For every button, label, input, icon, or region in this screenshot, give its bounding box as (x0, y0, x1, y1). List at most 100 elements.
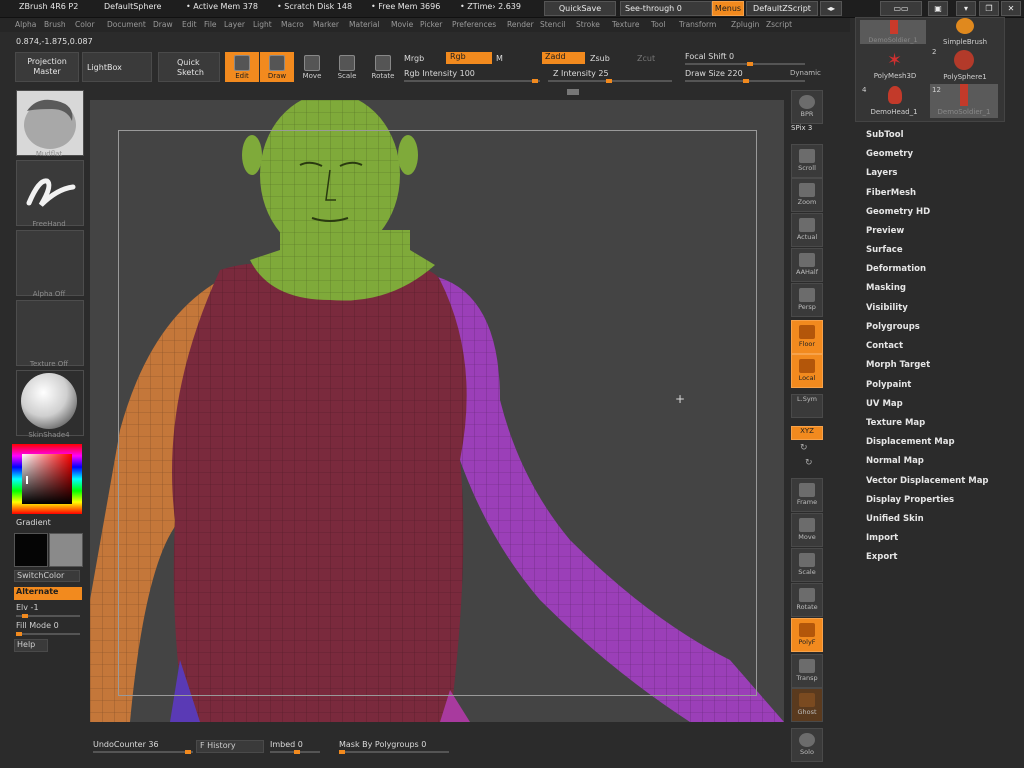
mask-by-polygroups-track[interactable] (339, 750, 449, 754)
draw-size-slider[interactable]: Draw Size 220 (685, 69, 743, 78)
xyz-button[interactable]: XYZ (791, 426, 823, 440)
menu-picker[interactable]: Picker (420, 20, 442, 29)
switch-color-button[interactable]: SwitchColor (14, 570, 80, 582)
main-color-swatch[interactable] (14, 533, 48, 567)
tool-menu-export[interactable]: Export (866, 552, 897, 562)
tool-menu-polypaint[interactable]: Polypaint (866, 380, 911, 390)
imbed-slider[interactable]: Imbed 0 (270, 740, 303, 749)
zsub-toggle[interactable]: Zsub (590, 54, 610, 63)
brush-thumbnail[interactable] (16, 90, 84, 156)
z-intensity-slider[interactable]: Z Intensity 25 (553, 69, 609, 78)
draw-mode-button[interactable]: Draw (260, 52, 294, 82)
document-canvas[interactable]: + (90, 100, 784, 722)
m-toggle[interactable]: M (496, 54, 503, 63)
color-picker[interactable] (12, 444, 82, 514)
tool-menu-displacement-map[interactable]: Displacement Map (866, 437, 955, 447)
tool-menu-contact[interactable]: Contact (866, 341, 903, 351)
menu-material[interactable]: Material (349, 20, 379, 29)
zoom-button[interactable]: Zoom (791, 178, 823, 212)
close-icon[interactable]: ✕ (1001, 1, 1021, 16)
z-intensity-track[interactable] (548, 79, 672, 83)
tool-menu-masking[interactable]: Masking (866, 283, 906, 293)
tool-thumb-polysphere[interactable]: 2 PolySphere1 (930, 48, 1000, 84)
tool-thumb-demosoldier[interactable]: DemoSoldier_1 (860, 20, 926, 44)
ghost-button[interactable]: Ghost (791, 688, 823, 722)
tool-thumb-simplebrush[interactable]: SimpleBrush (934, 18, 996, 48)
menu-edit[interactable]: Edit (182, 20, 197, 29)
floor-button[interactable]: Floor (791, 320, 823, 354)
menu-draw[interactable]: Draw (153, 20, 173, 29)
tool-menu-deformation[interactable]: Deformation (866, 264, 926, 274)
draw-size-track[interactable] (685, 79, 805, 83)
menu-color[interactable]: Color (75, 20, 95, 29)
move-view-button[interactable]: Move (791, 513, 823, 547)
quicksave-button[interactable]: QuickSave (544, 1, 616, 16)
menu-stencil[interactable]: Stencil (540, 20, 565, 29)
gradient-label[interactable]: Gradient (16, 518, 51, 527)
actual-button[interactable]: Actual (791, 213, 823, 247)
tool-menu-import[interactable]: Import (866, 533, 898, 543)
menu-brush[interactable]: Brush (44, 20, 66, 29)
menu-file[interactable]: File (204, 20, 217, 29)
menu-texture[interactable]: Texture (612, 20, 639, 29)
menu-transform[interactable]: Transform (679, 20, 716, 29)
tool-thumb-polymesh3d[interactable]: ✶ PolyMesh3D (862, 50, 928, 84)
default-zscript-button[interactable]: DefaultZScript (746, 1, 818, 16)
secondary-color-swatch[interactable] (49, 533, 83, 567)
tool-thumb-demohead[interactable]: 4 DemoHead_1 (860, 84, 928, 118)
help-button[interactable]: Help (14, 639, 48, 652)
local-button[interactable]: Local (791, 354, 823, 388)
menu-layer[interactable]: Layer (224, 20, 245, 29)
menu-macro[interactable]: Macro (281, 20, 304, 29)
menu-movie[interactable]: Movie (391, 20, 413, 29)
lsym-button[interactable]: L.Sym (791, 394, 823, 418)
scroll-button[interactable]: Scroll (791, 144, 823, 178)
restore-icon[interactable]: ❐ (979, 1, 999, 16)
frame-button[interactable]: Frame (791, 478, 823, 512)
bpr-button[interactable]: BPR (791, 90, 823, 124)
tool-menu-visibility[interactable]: Visibility (866, 303, 908, 313)
canvas-scroll-handle[interactable] (567, 89, 579, 95)
transp-button[interactable]: Transp (791, 654, 823, 688)
elv-track[interactable] (16, 614, 80, 618)
undo-counter-track[interactable] (93, 750, 193, 754)
lock-icon[interactable]: ▣ (928, 1, 948, 16)
elv-slider[interactable]: Elv -1 (16, 603, 39, 612)
undo-counter-slider[interactable]: UndoCounter 36 (93, 740, 159, 749)
menu-tool[interactable]: Tool (651, 20, 666, 29)
tool-menu-display-properties[interactable]: Display Properties (866, 495, 954, 505)
imbed-track[interactable] (270, 750, 320, 754)
stroke-thumbnail[interactable] (16, 160, 84, 226)
tool-menu-polygroups[interactable]: Polygroups (866, 322, 920, 332)
mask-by-polygroups-slider[interactable]: Mask By Polygroups 0 (339, 740, 426, 749)
see-through-slider[interactable]: See-through 0 (620, 1, 712, 16)
menu-light[interactable]: Light (253, 20, 272, 29)
rgb-intensity-slider[interactable]: Rgb Intensity 100 (404, 69, 475, 78)
aahalf-button[interactable]: AAHalf (791, 248, 823, 282)
tool-menu-texture-map[interactable]: Texture Map (866, 418, 925, 428)
focal-shift-track[interactable] (685, 62, 805, 66)
edit-mode-button[interactable]: Edit (225, 52, 259, 82)
move-mode-button[interactable]: Move (295, 52, 329, 82)
menu-preferences[interactable]: Preferences (452, 20, 496, 29)
projection-master-button[interactable]: Projection Master (15, 52, 79, 82)
dynamic-toggle[interactable]: Dynamic (790, 69, 821, 77)
tool-menu-morph-target[interactable]: Morph Target (866, 360, 930, 370)
scale-view-button[interactable]: Scale (791, 548, 823, 582)
arrow-icon[interactable]: ◂▸ (820, 1, 842, 16)
menus-button[interactable]: Menus (712, 1, 744, 16)
tool-menu-geometry-hd[interactable]: Geometry HD (866, 207, 930, 217)
alpha-thumbnail[interactable] (16, 230, 84, 296)
tool-thumb-demosoldier-active[interactable]: 12 DemoSoldier_1 (930, 84, 998, 118)
tool-menu-uv-map[interactable]: UV Map (866, 399, 903, 409)
menu-marker[interactable]: Marker (313, 20, 339, 29)
menu-document[interactable]: Document (107, 20, 146, 29)
tool-menu-surface[interactable]: Surface (866, 245, 903, 255)
material-thumbnail[interactable] (16, 370, 84, 436)
lightbox-button[interactable]: LightBox (82, 52, 152, 82)
tool-menu-geometry[interactable]: Geometry (866, 149, 913, 159)
tool-menu-unified-skin[interactable]: Unified Skin (866, 514, 924, 524)
minimize-icon[interactable]: ▾ (956, 1, 976, 16)
solo-button[interactable]: Solo (791, 728, 823, 762)
texture-thumbnail[interactable] (16, 300, 84, 366)
